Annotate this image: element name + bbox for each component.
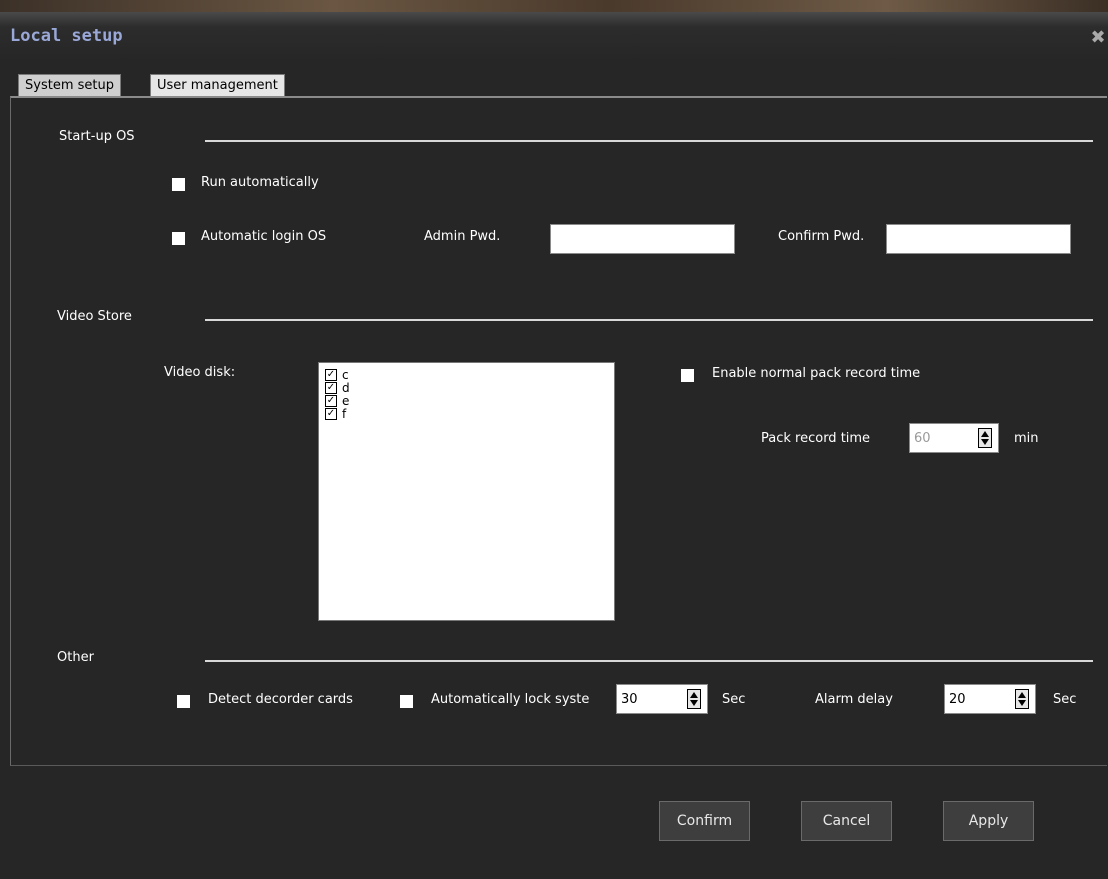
admin-pwd-input[interactable]: [550, 224, 735, 254]
video-disk-label: Video disk:: [164, 365, 236, 380]
pack-record-time-value[interactable]: 60: [914, 424, 931, 452]
checkmark-icon[interactable]: ✓: [325, 407, 337, 420]
auto-lock-label: Automatically lock syste: [431, 692, 590, 707]
pack-record-time-label: Pack record time: [761, 431, 871, 446]
close-icon[interactable]: ✖: [1088, 28, 1108, 48]
auto-lock-spinner[interactable]: 30: [616, 684, 708, 714]
alarm-delay-unit: Sec: [1053, 692, 1077, 707]
video-store-divider: [205, 319, 1093, 321]
tab-user-management[interactable]: User management: [150, 74, 285, 97]
apply-button[interactable]: Apply: [943, 801, 1034, 841]
pack-record-time-spinner[interactable]: 60: [909, 423, 999, 453]
alarm-delay-spinner[interactable]: 20: [944, 684, 1036, 714]
other-section-label: Other: [57, 650, 94, 665]
confirm-pwd-input[interactable]: [886, 224, 1071, 254]
auto-lock-checkbox[interactable]: [400, 695, 413, 708]
spin-arrows-icon[interactable]: [978, 428, 992, 448]
alarm-delay-value[interactable]: 20: [949, 685, 966, 713]
run-automatically-label: Run automatically: [201, 175, 319, 190]
disk-item-e[interactable]: ✓ e: [325, 394, 349, 407]
cancel-button[interactable]: Cancel: [801, 801, 892, 841]
checkmark-icon[interactable]: ✓: [325, 394, 337, 407]
video-store-section-label: Video Store: [57, 309, 132, 324]
checkmark-icon[interactable]: ✓: [325, 368, 337, 381]
startup-divider: [205, 140, 1093, 142]
detect-cards-label: Detect decorder cards: [208, 692, 353, 707]
auto-lock-unit: Sec: [722, 692, 746, 707]
auto-lock-value[interactable]: 30: [621, 685, 638, 713]
spin-arrows-icon[interactable]: [1015, 689, 1029, 709]
tab-system-setup[interactable]: System setup: [18, 74, 121, 97]
title-bar: [0, 12, 1108, 62]
enable-pack-record-label: Enable normal pack record time: [712, 366, 921, 381]
disk-item-c[interactable]: ✓ c: [325, 368, 349, 381]
checkmark-icon[interactable]: ✓: [325, 381, 337, 394]
pack-record-time-unit: min: [1014, 431, 1039, 446]
run-automatically-checkbox[interactable]: [172, 178, 185, 191]
admin-pwd-label: Admin Pwd.: [424, 229, 501, 244]
top-background-strip: [0, 0, 1108, 12]
alarm-delay-label: Alarm delay: [815, 692, 893, 707]
other-divider: [205, 660, 1093, 662]
disk-item-d[interactable]: ✓ d: [325, 381, 350, 394]
detect-cards-checkbox[interactable]: [177, 695, 190, 708]
window-title: Local setup: [10, 26, 123, 46]
confirm-pwd-label: Confirm Pwd.: [778, 229, 865, 244]
automatic-login-checkbox[interactable]: [172, 232, 185, 245]
disk-item-f[interactable]: ✓ f: [325, 407, 346, 420]
automatic-login-label: Automatic login OS: [201, 229, 327, 244]
video-disk-list[interactable]: ✓ c ✓ d ✓ e ✓ f: [318, 362, 615, 621]
confirm-button[interactable]: Confirm: [659, 801, 750, 841]
enable-pack-record-checkbox[interactable]: [681, 369, 694, 382]
startup-section-label: Start-up OS: [59, 129, 135, 144]
spin-arrows-icon[interactable]: [687, 689, 701, 709]
